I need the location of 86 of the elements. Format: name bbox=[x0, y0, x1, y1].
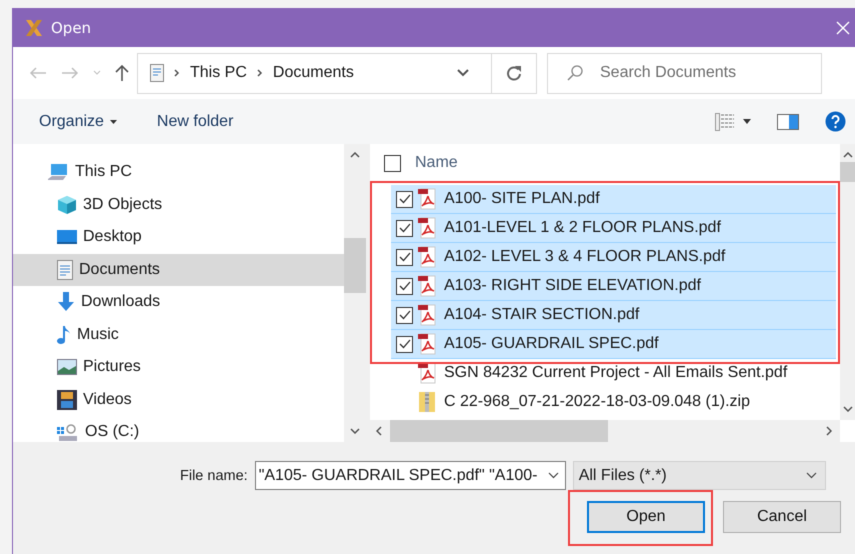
sidebar-item[interactable]: Documents bbox=[13, 254, 344, 286]
checkmark-icon bbox=[398, 339, 410, 349]
chevron-right-icon[interactable] bbox=[826, 426, 832, 436]
scrollbar-thumb[interactable] bbox=[344, 238, 366, 293]
pdf-file-icon bbox=[418, 275, 436, 297]
chevron-right-icon bbox=[256, 69, 263, 77]
checkbox[interactable] bbox=[396, 220, 413, 236]
cube-icon bbox=[57, 194, 77, 215]
sidebar-item[interactable]: Music bbox=[13, 318, 344, 351]
checkmark-icon bbox=[398, 310, 410, 320]
sidebar-item[interactable]: Downloads bbox=[13, 286, 344, 318]
search-icon bbox=[566, 64, 584, 82]
x-logo-icon bbox=[25, 18, 43, 36]
column-header[interactable]: Name bbox=[415, 154, 458, 172]
scrollbar-thumb[interactable] bbox=[840, 162, 855, 182]
file-row[interactable]: A100- SITE PLAN.pdf bbox=[391, 185, 836, 214]
sidebar-item[interactable]: OS (C:) bbox=[13, 416, 344, 448]
desktop-icon bbox=[57, 229, 77, 246]
document-icon bbox=[57, 260, 73, 280]
window-title: Open bbox=[51, 18, 92, 36]
caret-icon bbox=[110, 120, 117, 124]
scrollbar-thumb[interactable] bbox=[390, 420, 608, 442]
file-row[interactable]: A101-LEVEL 1 & 2 FLOOR PLANS.pdf bbox=[391, 214, 836, 243]
file-row[interactable]: A103- RIGHT SIDE ELEVATION.pdf bbox=[391, 272, 836, 301]
help-icon[interactable] bbox=[825, 111, 846, 132]
sidebar-item[interactable]: 3D Objects bbox=[13, 188, 344, 221]
cancel-button[interactable]: Cancel bbox=[723, 501, 841, 533]
chevron-up-icon[interactable] bbox=[843, 152, 853, 158]
chevron-down-icon[interactable] bbox=[350, 428, 360, 434]
pdf-file-icon bbox=[418, 188, 436, 210]
file-name-field[interactable]: "A105- GUARDRAIL SPEC.pdf" "A100- bbox=[254, 461, 566, 490]
search-field[interactable]: Search Documents bbox=[547, 52, 822, 94]
checkbox[interactable] bbox=[396, 278, 413, 294]
file-type-dropdown[interactable]: All Files (*.*) bbox=[572, 461, 826, 490]
drive-icon bbox=[57, 422, 79, 442]
breadcrumb[interactable]: This PC bbox=[190, 64, 247, 82]
checkmark-icon bbox=[398, 281, 410, 291]
chevron-down-icon[interactable] bbox=[457, 69, 469, 77]
new-folder-button[interactable]: New folder bbox=[156, 112, 234, 130]
file-row[interactable]: A104- STAIR SECTION.pdf bbox=[391, 301, 836, 330]
open-button[interactable]: Open bbox=[587, 501, 705, 533]
refresh-icon[interactable] bbox=[506, 65, 522, 81]
document-icon bbox=[150, 64, 164, 82]
address-bar[interactable]: This PC Documents bbox=[137, 52, 537, 94]
checkmark-icon bbox=[398, 194, 410, 204]
file-name-label: File name: bbox=[180, 468, 248, 484]
down-arrow-icon bbox=[57, 292, 75, 312]
pdf-file-icon bbox=[418, 362, 436, 384]
chevron-down-icon bbox=[806, 472, 817, 479]
film-icon bbox=[57, 390, 77, 410]
zip-folder-icon bbox=[418, 391, 436, 413]
file-row[interactable]: C 22-968_07-21-2022-18-03-09.048 (1).zip bbox=[391, 388, 836, 417]
music-note-icon bbox=[57, 324, 71, 345]
chevron-down-icon[interactable] bbox=[548, 472, 559, 479]
checkmark-icon bbox=[398, 223, 410, 233]
breadcrumb[interactable]: Documents bbox=[272, 64, 354, 82]
chevron-right-icon bbox=[174, 69, 180, 77]
sidebar-item[interactable]: This PC bbox=[13, 156, 344, 188]
checkmark-icon bbox=[398, 252, 410, 262]
up-arrow-icon[interactable] bbox=[115, 64, 129, 82]
caret-icon[interactable] bbox=[743, 119, 751, 124]
pdf-file-icon bbox=[418, 246, 436, 268]
checkbox[interactable] bbox=[396, 306, 413, 324]
sidebar-item[interactable]: Pictures bbox=[13, 351, 344, 384]
scrollbar[interactable] bbox=[840, 144, 855, 420]
organize-menu[interactable]: Organize bbox=[39, 112, 117, 130]
sidebar-item[interactable]: Desktop bbox=[13, 221, 344, 254]
computer-icon bbox=[47, 163, 69, 182]
file-row[interactable]: A102- LEVEL 3 & 4 FLOOR PLANS.pdf bbox=[391, 243, 836, 272]
chevron-down-icon[interactable] bbox=[843, 406, 853, 412]
view-list-icon[interactable] bbox=[715, 112, 735, 130]
sidebar-item[interactable]: Videos bbox=[13, 384, 344, 416]
pdf-file-icon bbox=[418, 217, 436, 239]
file-row[interactable]: SGN 84232 Current Project - All Emails Sent.pdf bbox=[391, 359, 836, 388]
pdf-file-icon bbox=[418, 304, 436, 326]
picture-icon bbox=[57, 359, 77, 376]
checkbox[interactable] bbox=[396, 336, 413, 352]
preview-pane-icon[interactable] bbox=[777, 114, 799, 130]
chevron-up-icon[interactable] bbox=[350, 152, 360, 158]
file-row[interactable]: A105- GUARDRAIL SPEC.pdf bbox=[391, 330, 836, 359]
close-icon[interactable] bbox=[836, 20, 850, 34]
pdf-file-icon bbox=[418, 333, 436, 355]
checkbox[interactable] bbox=[396, 248, 413, 266]
chevron-left-icon[interactable] bbox=[376, 426, 382, 436]
checkbox[interactable] bbox=[396, 190, 413, 208]
select-all-checkbox[interactable] bbox=[384, 154, 401, 172]
